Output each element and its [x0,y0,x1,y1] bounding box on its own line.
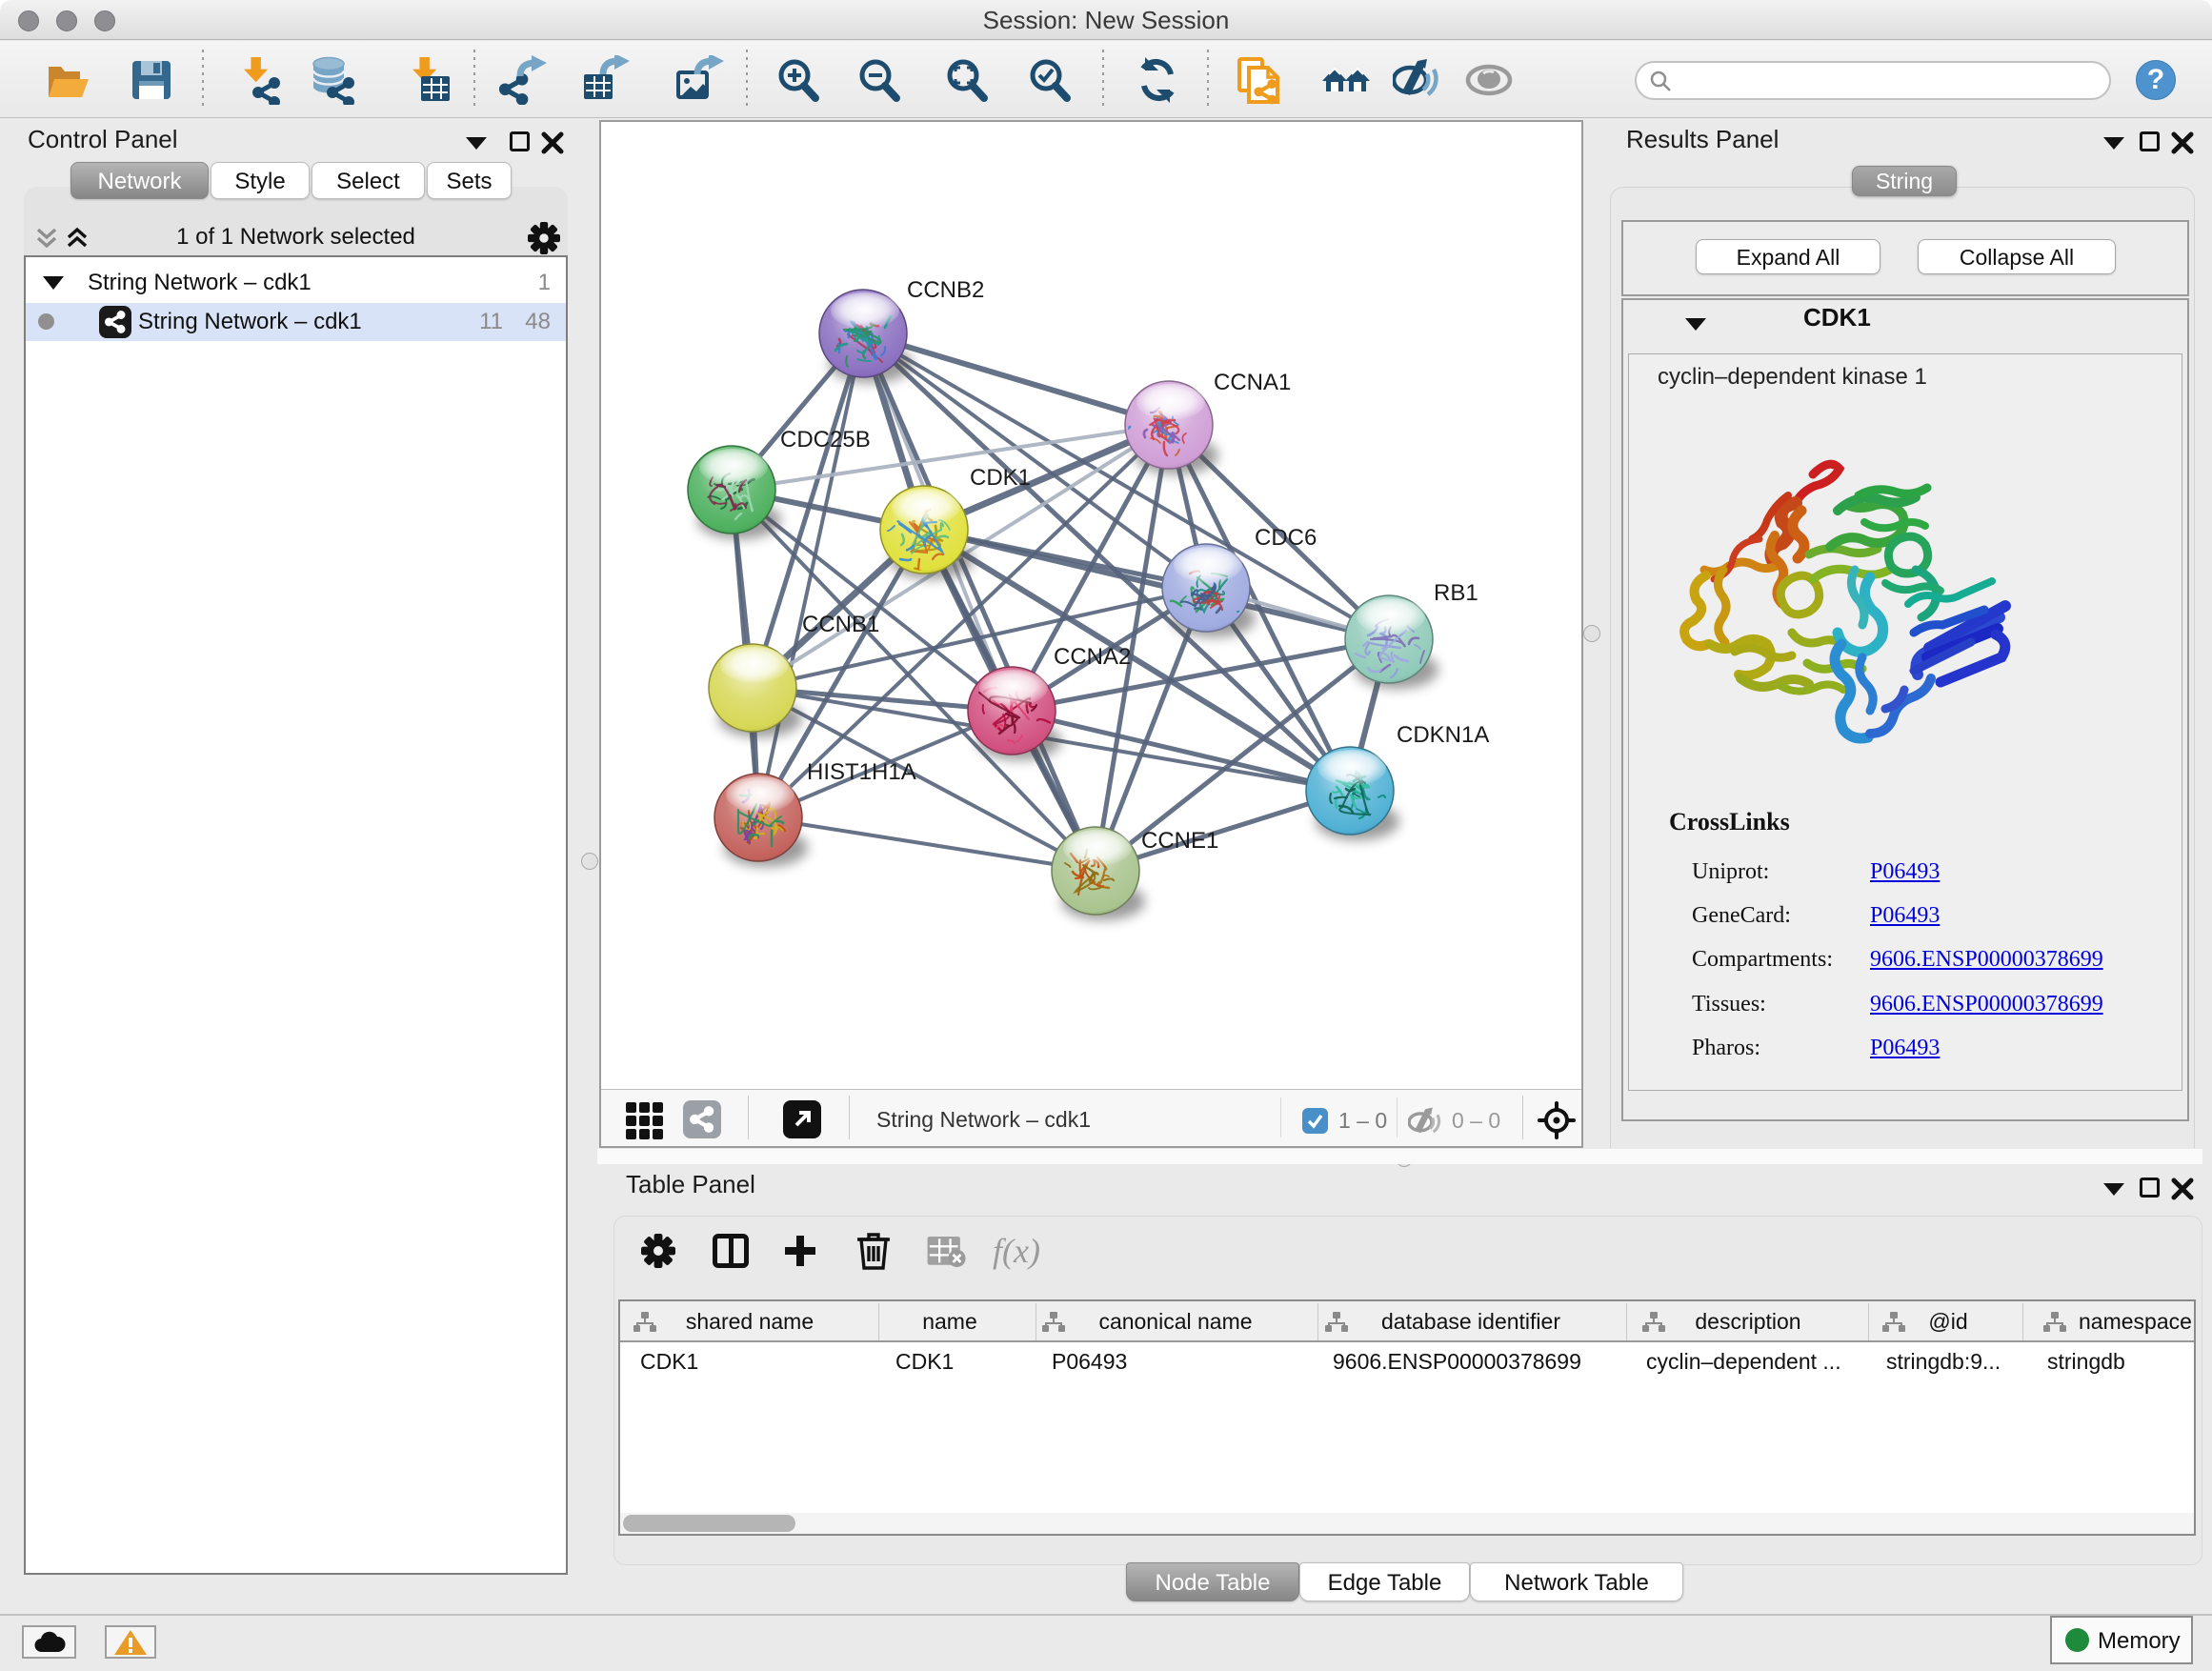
svg-text:CCNA1: CCNA1 [1214,370,1291,395]
svg-text:CCNB1: CCNB1 [802,612,879,637]
svg-text:RB1: RB1 [1434,580,1478,606]
svg-text:CCNE1: CCNE1 [1141,828,1218,854]
svg-text:CCNA2: CCNA2 [1054,644,1131,670]
svg-text:HIST1H1A: HIST1H1A [807,759,916,785]
svg-text:CCNB2: CCNB2 [907,277,984,303]
svg-text:CDC25B: CDC25B [780,427,871,453]
svg-text:CDK1: CDK1 [970,465,1031,491]
svg-text:CDC6: CDC6 [1255,525,1317,551]
svg-text:CDKN1A: CDKN1A [1397,722,1489,748]
